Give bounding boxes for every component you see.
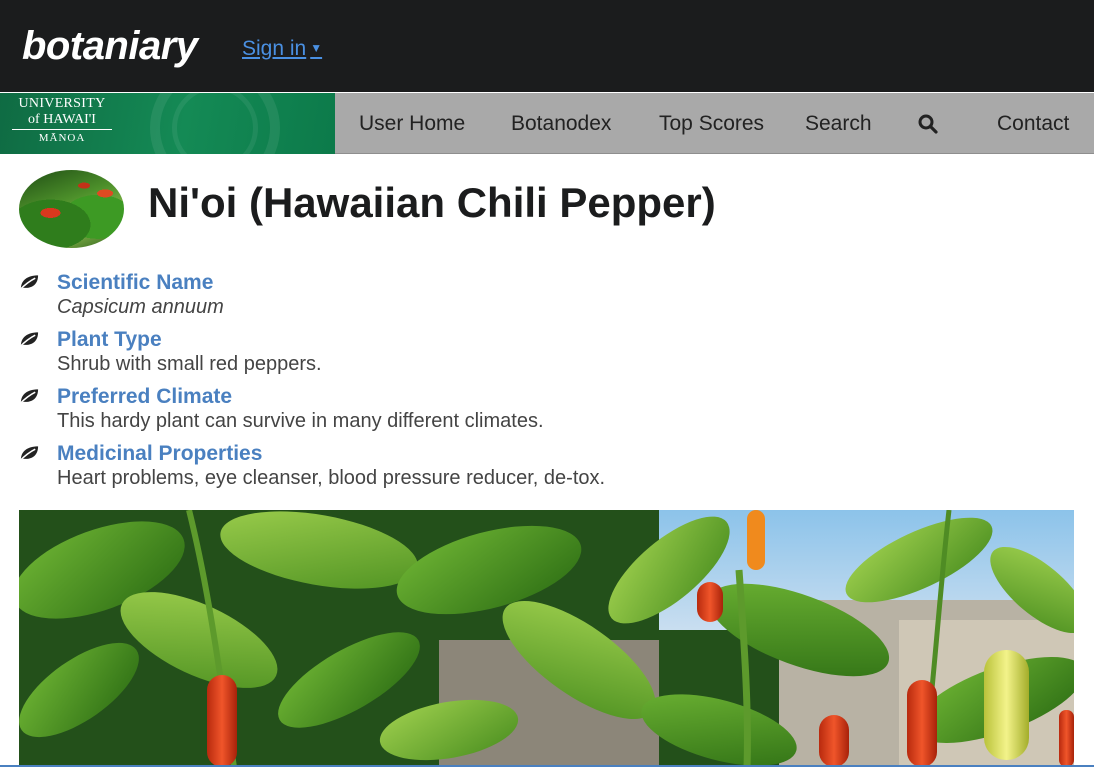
- plant-thumbnail: [19, 170, 124, 248]
- seal-decoration-inner: [172, 93, 258, 154]
- leaf-icon: [19, 332, 39, 348]
- attribute-label: Plant Type: [57, 328, 162, 351]
- attribute-value: This hardy plant can survive in many dif…: [57, 410, 544, 432]
- attribute-value: Shrub with small red peppers.: [57, 353, 322, 375]
- nav-item-user-home[interactable]: User Home: [359, 93, 465, 154]
- university-logo-text: UNIVERSITY of HAWAI'I MĀNOA: [12, 97, 112, 144]
- attribute-value: Heart problems, eye cleanser, blood pres…: [57, 467, 606, 489]
- nav-item-contact[interactable]: Contact: [997, 93, 1069, 154]
- chili-plant-illustration: [19, 510, 1074, 767]
- attribute-label: Medicinal Properties: [57, 442, 263, 465]
- attribute-label: Scientific Name: [57, 271, 214, 294]
- signin-dropdown[interactable]: Sign in ▼: [242, 34, 322, 63]
- page-title: Ni'oi (Hawaiian Chili Pepper): [148, 179, 716, 226]
- attribute-value: Capsicum annuum: [57, 296, 224, 318]
- leaf-icon: [19, 275, 39, 291]
- attribute-preferred-climate: Preferred Climate This hardy plant can s…: [19, 384, 719, 434]
- nav-item-search[interactable]: Search: [805, 93, 872, 154]
- search-icon[interactable]: [918, 114, 938, 134]
- leaf-icon: [19, 446, 39, 462]
- chevron-down-icon[interactable]: ▼: [310, 41, 322, 55]
- nav-bar: UNIVERSITY of HAWAI'I MĀNOA User Home Bo…: [0, 93, 1094, 154]
- brand-logo[interactable]: botaniary: [22, 20, 198, 72]
- university-logo[interactable]: UNIVERSITY of HAWAI'I MĀNOA: [0, 93, 335, 154]
- attribute-plant-type: Plant Type Shrub with small red peppers.: [19, 327, 719, 377]
- attribute-label: Preferred Climate: [57, 385, 233, 408]
- plant-hero-image: [19, 510, 1074, 767]
- top-bar: botaniary Sign in ▼: [0, 0, 1094, 92]
- nav-item-top-scores[interactable]: Top Scores: [659, 93, 764, 154]
- attribute-medicinal-properties: Medicinal Properties Heart problems, eye…: [19, 441, 719, 491]
- nav-item-botanodex[interactable]: Botanodex: [511, 93, 611, 154]
- leaf-icon: [19, 389, 39, 405]
- attribute-scientific-name: Scientific Name Capsicum annuum: [19, 270, 719, 320]
- signin-label[interactable]: Sign in: [242, 37, 306, 60]
